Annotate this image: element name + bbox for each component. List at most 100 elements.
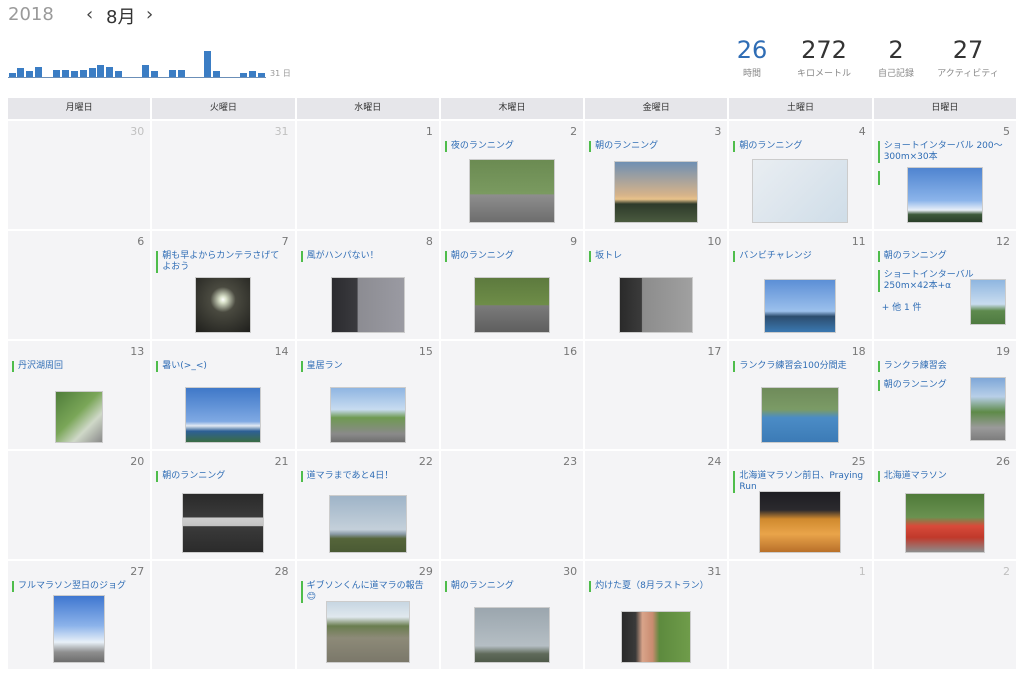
chevron-left-icon[interactable]: ‹ [86,4,93,25]
activity-photo[interactable] [761,387,840,443]
activity-photo[interactable] [904,493,985,553]
day-number: 12 [995,235,1010,248]
calendar-day-monday[interactable]: 27 フルマラソン翌日のジョグ [8,561,153,669]
calendar-day-wednesday[interactable]: 8 風がハンパない！ [296,231,441,339]
calendar-day-thursday[interactable]: 30 朝のランニング [440,561,586,669]
activity-photo[interactable] [752,159,849,223]
calendar-day-monday[interactable]: 20 [8,451,153,559]
weekday-friday: 金曜日 [585,98,730,119]
activity-photo[interactable] [55,391,103,443]
activity-link[interactable]: 朝のランニング [156,471,286,482]
calendar-day-thursday[interactable]: 2 夜のランニング [440,121,586,229]
calendar-day-thursday[interactable]: 16 [440,341,586,449]
calendar-day-monday[interactable]: 6 [8,231,153,339]
activity-link[interactable]: 風がハンパない！ [300,251,431,262]
activity-link[interactable]: ランクラ練習会100分間走 [733,361,863,372]
chevron-right-icon[interactable]: › [146,4,153,25]
calendar-day-sunday[interactable]: 2 [873,561,1018,669]
activity-photo[interactable] [473,607,550,663]
activity-photo[interactable] [325,601,410,663]
calendar-day-sunday[interactable]: 12 朝のランニング ショートインターバル 250m×42本+α + 他 1 件 [873,231,1018,339]
day-number: 2 [570,125,578,138]
activity-link[interactable]: 北海道マラソン [877,471,1008,482]
calendar-day-friday[interactable]: 24 [585,451,730,559]
activity-link[interactable]: ランクラ練習会 [877,361,1008,372]
sparkline-bar [88,68,96,77]
activity-link[interactable]: 朝のランニング [444,581,575,592]
calendar-day-sunday[interactable]: 5 ショートインターバル 200〜300m×30本 [873,121,1018,229]
activity-photo[interactable] [619,277,694,333]
activity-link[interactable]: 朝のランニング [589,141,719,152]
calendar-day-thursday[interactable]: 23 [440,451,586,559]
day-number: 17 [707,345,722,358]
activity-photo[interactable] [195,277,252,333]
activity-photo[interactable] [969,279,1006,325]
activity-link[interactable]: 道マラまであと4日！ [300,471,431,482]
activity-link[interactable]: 丹沢湖周回 [12,361,142,372]
activity-photo[interactable] [906,167,983,223]
stat-label: 時間 [742,69,761,79]
calendar-day-tuesday[interactable]: 7 朝も早よからカンテラさげてよおう [152,231,297,339]
calendar-day-wednesday[interactable]: 15 皇居ラン [296,341,441,449]
activity-link[interactable]: 夜のランニング [444,141,575,152]
activity-link[interactable]: ショートインターバル 200〜300m×30本 [877,141,1008,163]
activity-link[interactable] [877,171,884,185]
activity-photo[interactable] [182,493,265,553]
activity-link[interactable]: 北海道マラソン前日、Praying Run [733,471,863,493]
activity-photo[interactable] [759,491,842,553]
stat-value: 272 [801,36,847,64]
activity-link[interactable]: 皇居ラン [300,361,431,372]
activity-photo[interactable] [328,495,407,553]
calendar-day-sunday[interactable]: 26 北海道マラソン [873,451,1018,559]
calendar-day-saturday[interactable]: 25 北海道マラソン前日、Praying Run [729,451,874,559]
sparkline-end-label: 31 日 [270,69,291,78]
activity-photo[interactable] [764,279,837,333]
activity-photo[interactable] [621,611,692,663]
day-number: 23 [563,455,578,468]
calendar-day-monday[interactable]: 30 [8,121,153,229]
calendar-day-tuesday[interactable]: 31 [152,121,297,229]
more-activities-link[interactable]: + 他 1 件 [882,300,922,313]
calendar-day-saturday[interactable]: 1 [729,561,874,669]
calendar-day-thursday[interactable]: 9 朝のランニング [440,231,586,339]
activity-photo[interactable] [330,277,405,333]
calendar-day-friday[interactable]: 31 灼けた夏（8月ラストラン） [585,561,730,669]
activity-photo[interactable] [329,387,406,443]
calendar-day-wednesday[interactable]: 29 ギブソンくんに道マラの報告😊 [296,561,441,669]
weekday-saturday: 土曜日 [729,98,874,119]
activity-photo[interactable] [53,595,105,663]
activity-link[interactable]: バンビチャレンジ [733,251,863,262]
activity-photo[interactable] [468,159,555,223]
calendar-day-tuesday[interactable]: 28 [152,561,297,669]
activity-link[interactable]: ギブソンくんに道マラの報告😊 [300,581,431,603]
calendar-day-tuesday[interactable]: 14 暑い(>_<) [152,341,297,449]
calendar-day-friday[interactable]: 10 坂トレ [585,231,730,339]
calendar-day-friday[interactable]: 17 [585,341,730,449]
calendar-day-sunday[interactable]: 19 ランクラ練習会 朝のランニング [873,341,1018,449]
calendar-day-friday[interactable]: 3 朝のランニング [585,121,730,229]
activity-link[interactable]: 朝のランニング [733,141,863,152]
activity-link[interactable]: フルマラソン翌日のジョグ [12,581,142,592]
sparkline-bar [70,71,78,77]
day-number: 19 [995,345,1010,358]
day-number: 27 [130,565,145,578]
activity-photo[interactable] [614,161,699,223]
activity-link[interactable]: 坂トレ [589,251,719,262]
activity-link[interactable]: 朝のランニング [877,251,1008,262]
calendar-day-saturday[interactable]: 18 ランクラ練習会100分間走 [729,341,874,449]
calendar-day-wednesday[interactable]: 22 道マラまであと4日！ [296,451,441,559]
calendar-day-wednesday[interactable]: 1 [296,121,441,229]
calendar-day-saturday[interactable]: 4 朝のランニング [729,121,874,229]
activity-link[interactable]: 暑い(>_<) [156,361,286,372]
activity-link[interactable]: 朝のランニング [444,251,575,262]
activity-photo[interactable] [185,387,262,443]
sparkline-bar [26,71,34,77]
activity-link[interactable]: 灼けた夏（8月ラストラン） [589,581,719,592]
calendar-day-monday[interactable]: 13 丹沢湖周回 [8,341,153,449]
calendar-day-tuesday[interactable]: 21 朝のランニング [152,451,297,559]
calendar-day-saturday[interactable]: 11 バンビチャレンジ [729,231,874,339]
activity-photo[interactable] [969,377,1006,441]
activity-photo[interactable] [473,277,550,333]
activity-link[interactable]: 朝も早よからカンテラさげてよおう [156,251,286,273]
month-calendar: 月曜日 火曜日 水曜日 木曜日 金曜日 土曜日 日曜日 30 31 1 2 夜のランニン… [8,98,1018,669]
